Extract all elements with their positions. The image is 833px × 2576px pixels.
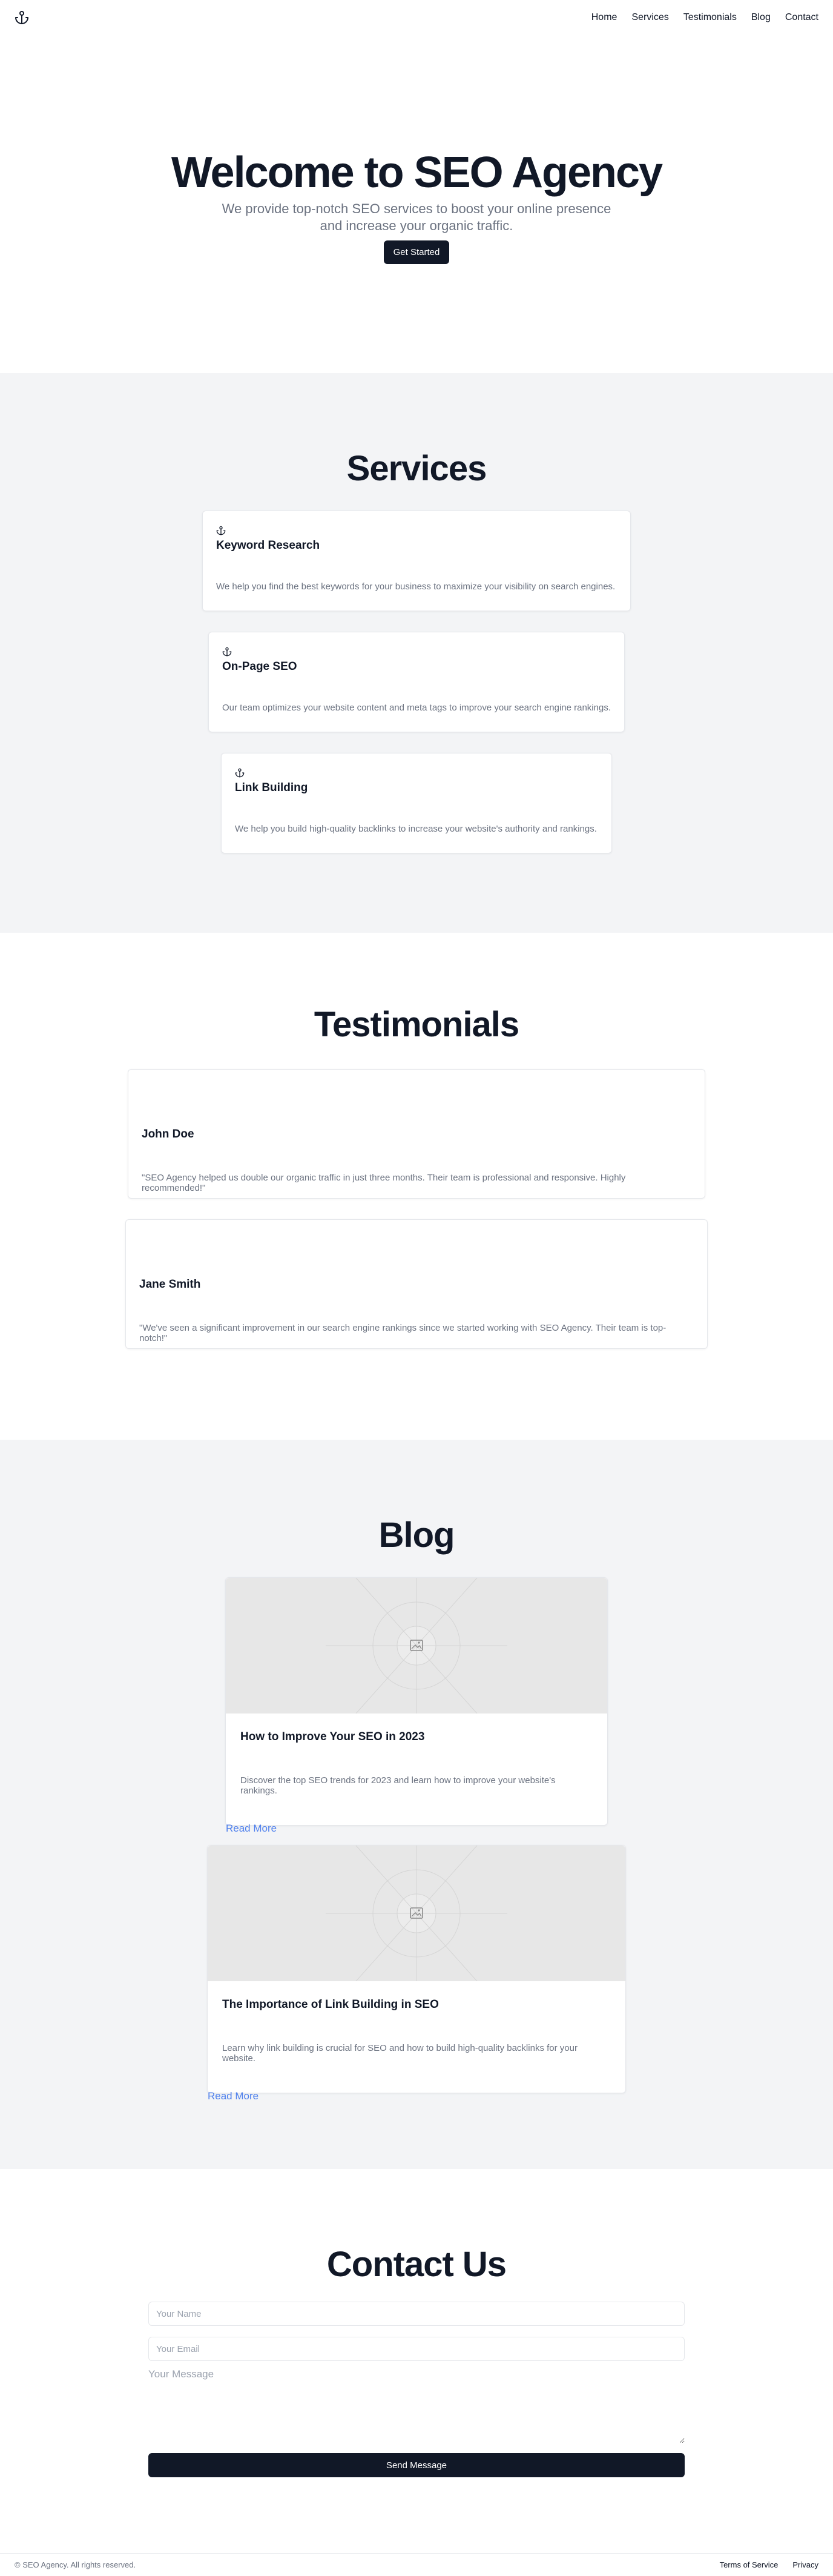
service-title: Link Building — [235, 781, 308, 794]
blog-post-excerpt: Discover the top SEO trends for 2023 and… — [240, 1775, 556, 1796]
hero-title: Welcome to SEO Agency — [171, 148, 663, 197]
service-description: We help you find the best keywords for y… — [216, 581, 616, 592]
service-description: We help you build high-quality backlinks… — [235, 824, 597, 834]
service-card: On-Page SEO Our team optimizes your webs… — [208, 632, 625, 732]
read-more-link[interactable]: Read More — [208, 2090, 258, 2102]
site-footer: © SEO Agency. All rights reserved. Terms… — [0, 2553, 833, 2576]
footer-links: Terms of Service Privacy — [720, 2560, 818, 2569]
main-nav: Home Services Testimonials Blog Contact — [591, 12, 818, 23]
nav-link-home[interactable]: Home — [591, 12, 617, 23]
blog-card: The Importance of Link Building in SEO L… — [207, 1845, 626, 2102]
services-section: Services Keyword Research We help you fi… — [0, 373, 833, 933]
service-description: Our team optimizes your website content … — [222, 703, 611, 713]
read-more-link[interactable]: Read More — [226, 1823, 277, 1835]
blog-post-title[interactable]: How to Improve Your SEO in 2023 — [240, 1730, 424, 1744]
copyright-text: © SEO Agency. All rights reserved. — [15, 2560, 136, 2569]
name-field[interactable] — [148, 2302, 685, 2326]
site-header: Home Services Testimonials Blog Contact — [0, 0, 833, 35]
message-field[interactable] — [148, 2368, 685, 2443]
image-placeholder-icon — [326, 1846, 507, 1981]
testimonial-author: Jane Smith — [139, 1278, 201, 1291]
logo-anchor-icon[interactable] — [15, 10, 29, 25]
contact-section: Contact Us Send Message — [0, 2169, 833, 2553]
nav-link-testimonials[interactable]: Testimonials — [683, 12, 737, 23]
nav-link-blog[interactable]: Blog — [751, 12, 771, 23]
hero-subtitle: We provide top-notch SEO services to boo… — [222, 201, 611, 234]
testimonial-card: John Doe "SEO Agency helped us double ou… — [128, 1069, 705, 1199]
contact-title: Contact Us — [326, 2245, 507, 2284]
email-field[interactable] — [148, 2337, 685, 2361]
testimonials-title: Testimonials — [314, 1005, 519, 1044]
contact-form: Send Message — [148, 2302, 685, 2477]
send-message-button[interactable]: Send Message — [148, 2453, 685, 2477]
service-card: Link Building We help you build high-qua… — [221, 753, 612, 853]
blog-post-title[interactable]: The Importance of Link Building in SEO — [222, 1998, 439, 2011]
nav-link-contact[interactable]: Contact — [785, 12, 818, 23]
blog-title: Blog — [378, 1515, 455, 1555]
privacy-link[interactable]: Privacy — [792, 2560, 818, 2569]
anchor-icon — [222, 647, 611, 657]
service-title: On-Page SEO — [222, 660, 297, 673]
services-title: Services — [346, 449, 487, 488]
testimonial-quote: "SEO Agency helped us double our organic… — [142, 1173, 626, 1193]
service-card: Keyword Research We help you find the be… — [202, 511, 631, 611]
blog-card: How to Improve Your SEO in 2023 Discover… — [225, 1577, 608, 1834]
anchor-icon — [216, 526, 617, 535]
hero-section: Welcome to SEO Agency We provide top-not… — [0, 35, 833, 373]
get-started-button[interactable]: Get Started — [383, 240, 450, 265]
nav-link-services[interactable]: Services — [631, 12, 668, 23]
testimonials-section: Testimonials John Doe "SEO Agency helped… — [0, 933, 833, 1440]
testimonial-author: John Doe — [142, 1128, 194, 1141]
terms-of-service-link[interactable]: Terms of Service — [720, 2560, 779, 2569]
image-placeholder-icon — [326, 1578, 507, 1713]
blog-section: Blog How to Improve Your SEO in 2023 Dis… — [0, 1440, 833, 2169]
blog-thumbnail — [208, 1846, 625, 1981]
service-title: Keyword Research — [216, 539, 320, 552]
blog-post-excerpt: Learn why link building is crucial for S… — [222, 2043, 578, 2064]
anchor-icon — [235, 768, 598, 778]
testimonial-card: Jane Smith "We've seen a significant imp… — [125, 1219, 708, 1349]
testimonial-quote: "We've seen a significant improvement in… — [139, 1323, 667, 1343]
blog-thumbnail — [226, 1578, 607, 1713]
